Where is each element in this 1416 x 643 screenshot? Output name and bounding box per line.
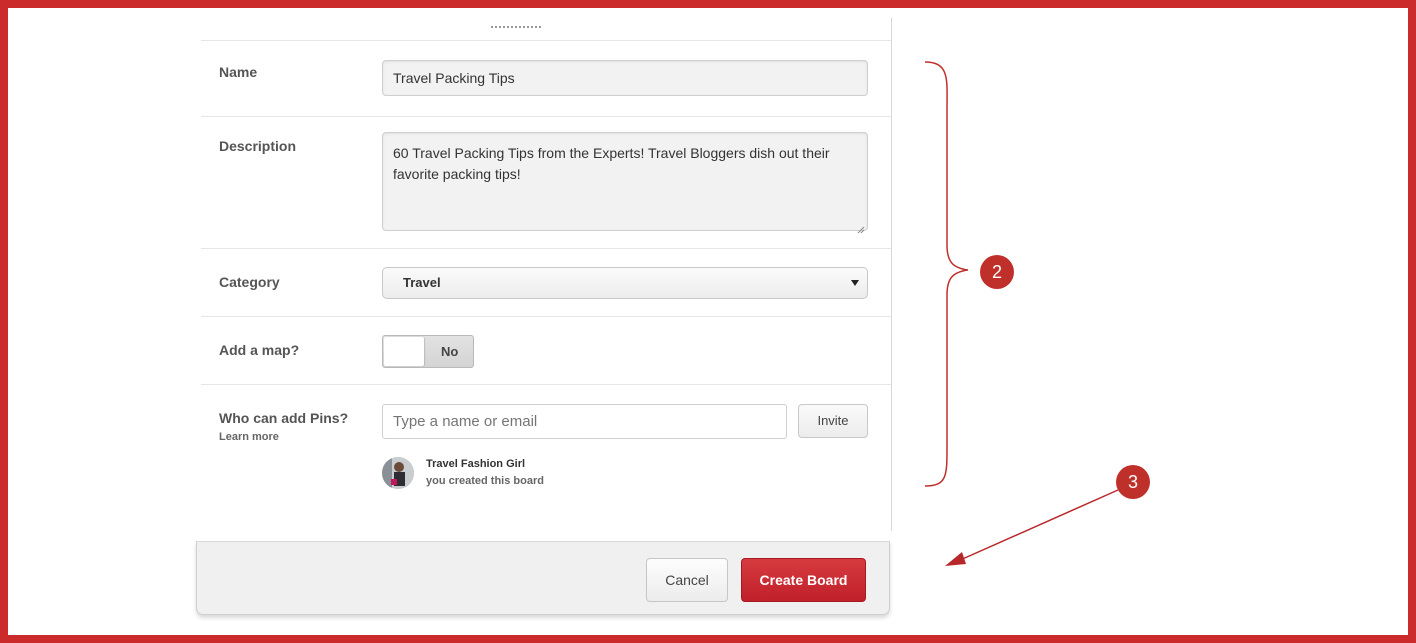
category-label: Category xyxy=(219,274,280,290)
pins-label: Who can add Pins? xyxy=(219,410,349,426)
description-label: Description xyxy=(219,138,297,154)
category-select-value: Travel xyxy=(403,275,441,290)
annotation-badge-2-label: 2 xyxy=(991,262,1002,282)
name-label: Name xyxy=(219,64,258,80)
map-row: Add a map? No xyxy=(201,316,891,385)
description-row: Description 60 Travel Packing Tips from … xyxy=(201,116,891,249)
description-textarea[interactable]: 60 Travel Packing Tips from the Experts!… xyxy=(382,132,868,234)
dialog-footer: Cancel Create Board xyxy=(196,541,890,615)
name-input-value: Travel Packing Tips xyxy=(393,70,515,86)
description-value: 60 Travel Packing Tips from the Experts!… xyxy=(393,145,830,182)
create-board-button-label: Create Board xyxy=(759,572,848,588)
cancel-button-label: Cancel xyxy=(665,572,709,588)
name-row: Name Travel Packing Tips xyxy=(201,40,891,117)
name-input[interactable]: Travel Packing Tips xyxy=(382,60,868,96)
collaborator-name: Travel Fashion Girl xyxy=(426,458,526,470)
invite-input[interactable] xyxy=(382,404,787,439)
invite-button[interactable]: Invite xyxy=(798,404,868,438)
collaborator-avatar xyxy=(382,457,414,489)
map-toggle-value: No xyxy=(441,344,459,359)
category-row: Category Travel xyxy=(201,248,891,317)
annotation-badge-2: 2 xyxy=(980,255,1014,289)
category-select[interactable]: Travel xyxy=(382,267,868,299)
create-board-button[interactable]: Create Board xyxy=(741,558,866,602)
learn-more-link[interactable]: Learn more xyxy=(219,431,279,443)
dropdown-arrow-icon xyxy=(851,280,859,286)
create-board-dialog: Name Travel Packing Tips Description 60 … xyxy=(201,18,892,531)
resize-handle-icon[interactable] xyxy=(856,219,865,234)
cropped-header-fragment xyxy=(491,20,541,28)
map-label: Add a map? xyxy=(219,342,300,358)
cancel-button[interactable]: Cancel xyxy=(646,558,728,602)
annotation-badge-3-label: 3 xyxy=(1127,472,1138,492)
map-toggle[interactable]: No xyxy=(382,335,474,368)
toggle-knob xyxy=(384,337,424,366)
annotation-badge-3: 3 xyxy=(1116,465,1150,499)
invite-button-label: Invite xyxy=(817,413,849,428)
collaborator-note: you created this board xyxy=(426,475,544,487)
collaborators-row: Who can add Pins? Learn more Invite Trav… xyxy=(201,384,891,531)
